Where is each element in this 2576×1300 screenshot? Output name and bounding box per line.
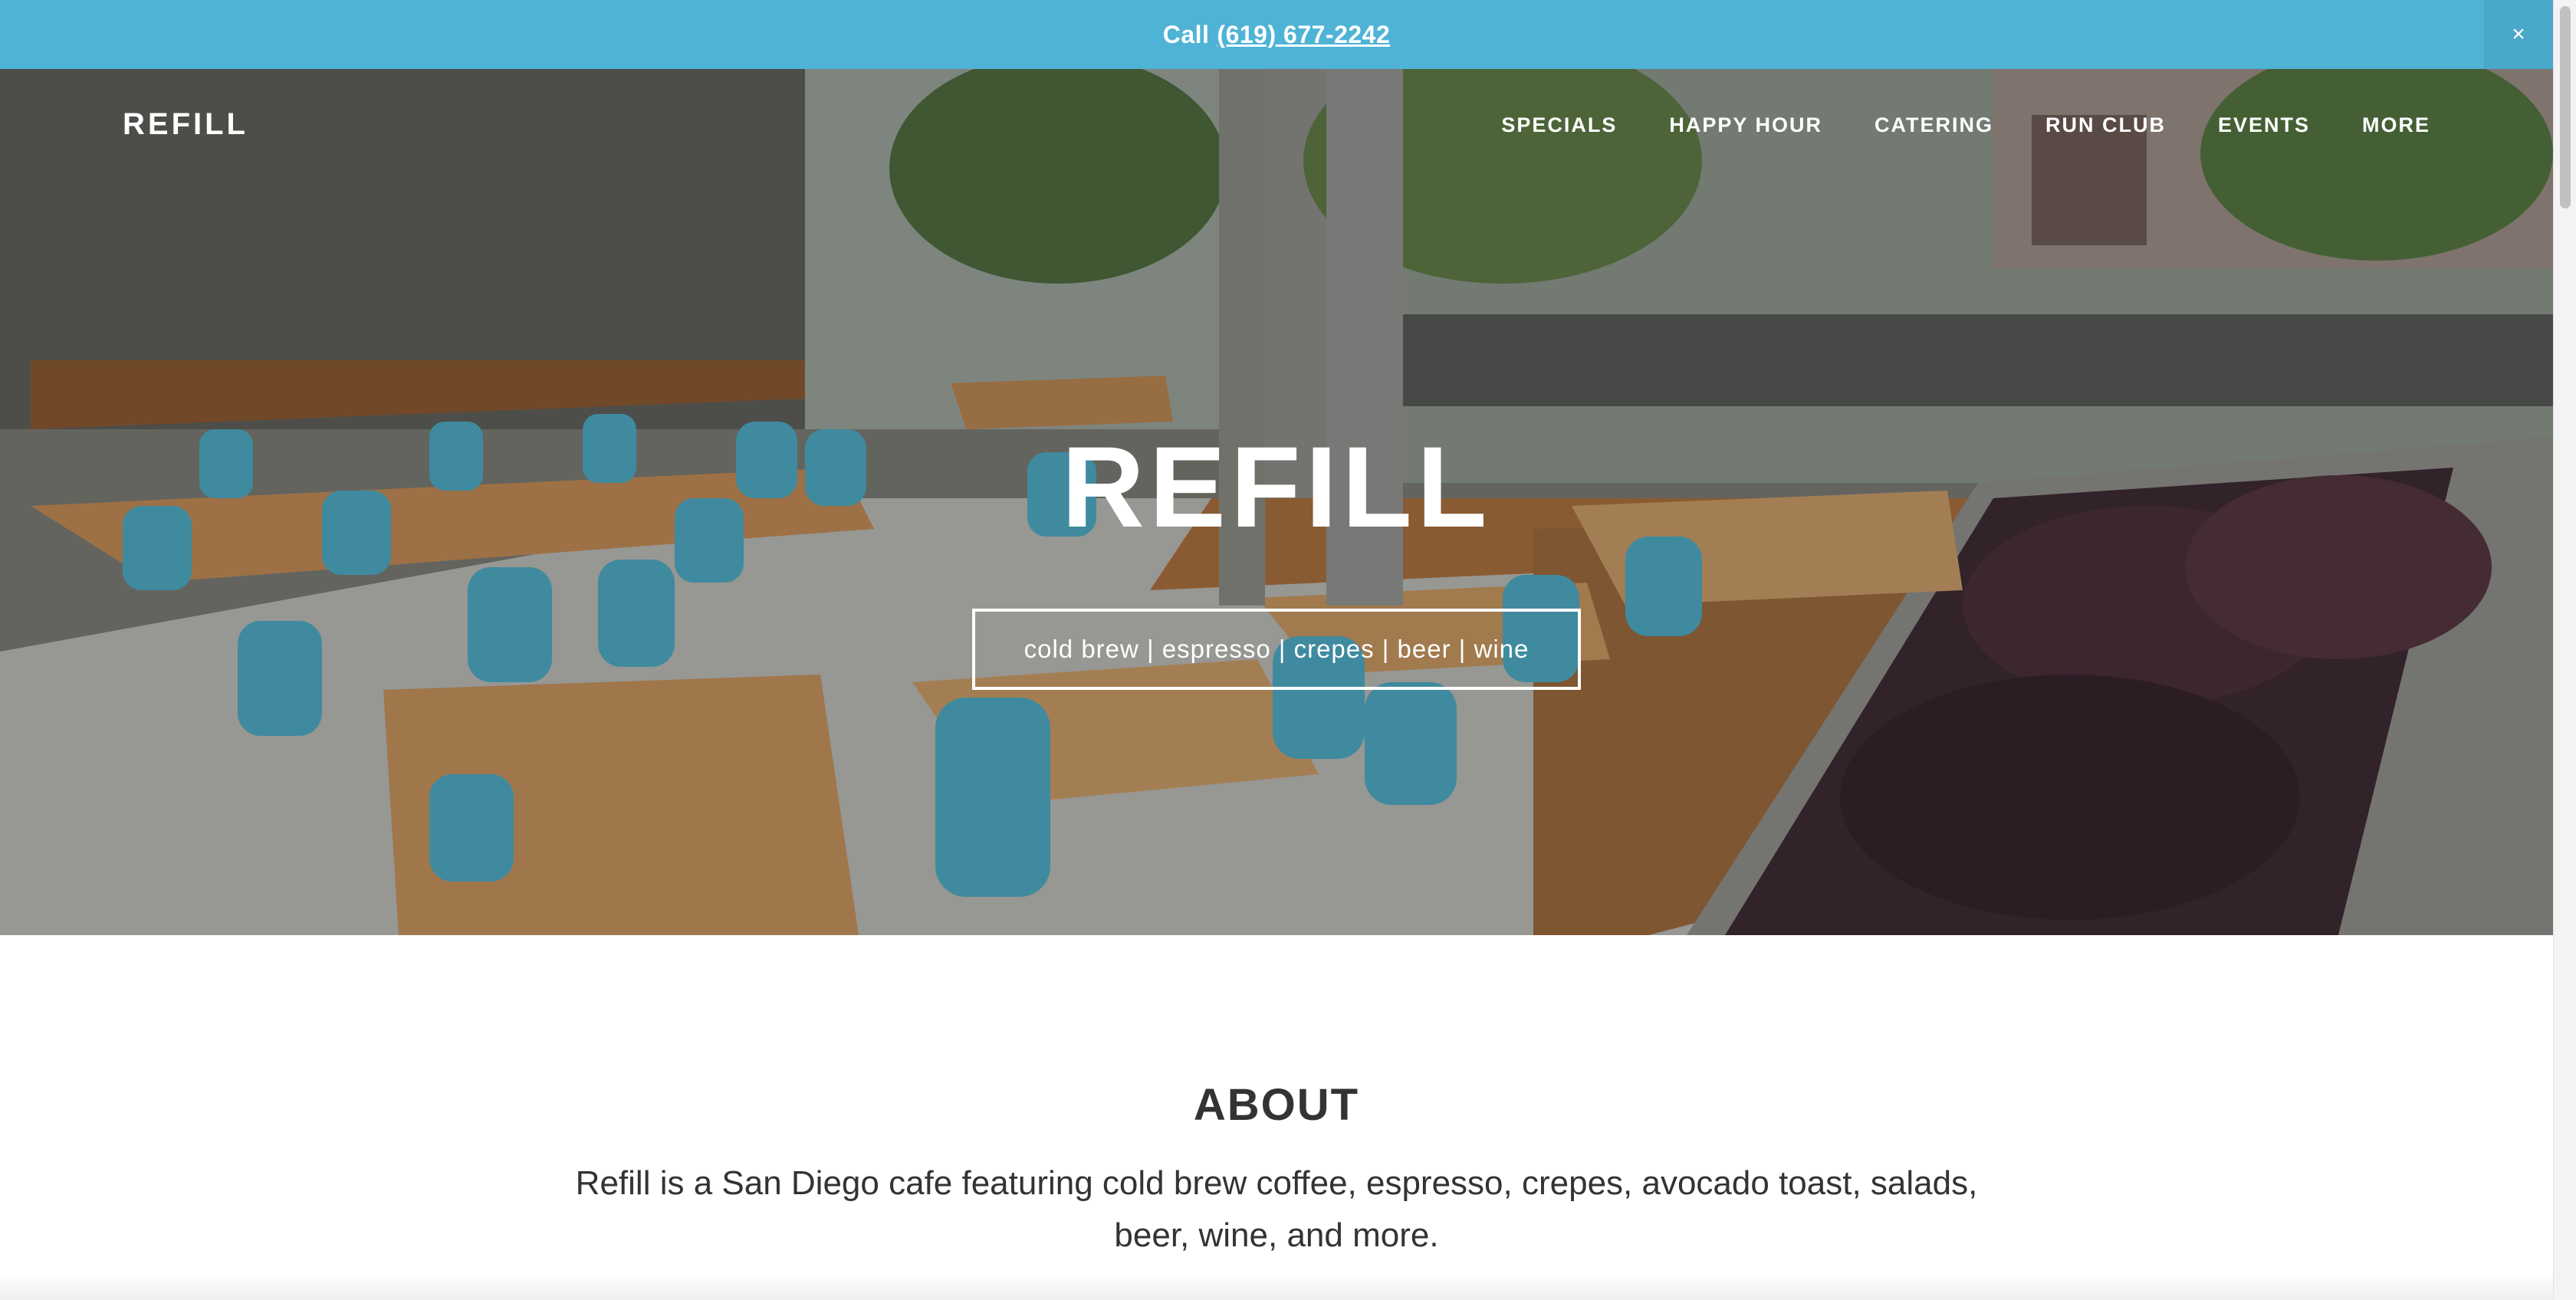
about-text: Refill is a San Diego cafe featuring col…: [575, 1164, 1978, 1254]
about-title: ABOUT: [1193, 1080, 1360, 1130]
announcement-bar: Call (619) 677-2242: [0, 0, 2553, 69]
hero-title: REFILL: [1061, 422, 1492, 551]
nav-item-run-club[interactable]: RUN CLUB: [2045, 113, 2166, 137]
main-nav: SPECIALS HAPPY HOUR CATERING RUN CLUB EV…: [1501, 113, 2430, 137]
close-icon[interactable]: ×: [2484, 0, 2553, 69]
announcement-prefix: Call: [1162, 20, 1210, 48]
nav-item-events[interactable]: EVENTS: [2218, 113, 2310, 137]
nav-item-specials[interactable]: SPECIALS: [1501, 113, 1617, 137]
bottom-shadow: [0, 1272, 2553, 1300]
scrollbar-thumb[interactable]: [2560, 6, 2571, 208]
hero-tagline-box: cold brew | espresso | crepes | beer | w…: [972, 609, 1581, 690]
hero-tagline: cold brew | espresso | crepes | beer | w…: [1024, 635, 1530, 663]
phone-link[interactable]: (619) 677-2242: [1217, 21, 1390, 49]
hero-section: REFILL SPECIALS HAPPY HOUR CATERING RUN …: [0, 69, 2553, 935]
nav-item-more[interactable]: MORE: [2362, 113, 2430, 137]
nav-item-happy-hour[interactable]: HAPPY HOUR: [1669, 113, 1822, 137]
site-logo[interactable]: REFILL: [123, 107, 248, 142]
nav-item-catering[interactable]: CATERING: [1875, 113, 1993, 137]
vertical-scrollbar[interactable]: [2553, 0, 2576, 1300]
